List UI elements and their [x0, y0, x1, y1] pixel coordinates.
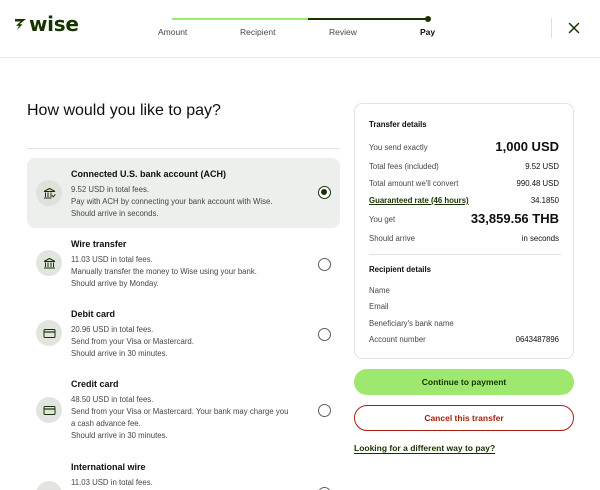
- recipient-email-label: Email: [369, 302, 389, 311]
- rate-value: 34.1850: [530, 196, 559, 205]
- radio-unselected[interactable]: [318, 328, 331, 341]
- option-description: Send from your Visa or Mastercard.: [71, 337, 194, 346]
- account-number-label: Account number: [369, 335, 426, 344]
- fees-value: 9.52 USD: [525, 162, 559, 171]
- stepper-track-active: [308, 18, 428, 20]
- radio-unselected[interactable]: [318, 258, 331, 271]
- option-arrival: Should arrive by Monday.: [71, 279, 159, 288]
- stepper-current-dot: [425, 16, 431, 22]
- you-get-value: 33,859.56 THB: [470, 211, 559, 226]
- step-pay: Pay: [420, 27, 436, 37]
- recipient-name-label: Name: [369, 286, 390, 295]
- option-fee: 20.96 USD in total fees.: [71, 325, 154, 334]
- transfer-details-heading: Transfer details: [369, 120, 427, 129]
- continue-to-payment-button[interactable]: Continue to payment: [354, 369, 574, 395]
- radio-unselected[interactable]: [318, 404, 331, 417]
- wise-flag-icon: [15, 19, 26, 30]
- card-divider: [369, 254, 561, 255]
- option-description: Send from your Visa or Mastercard. Your …: [71, 407, 289, 416]
- account-number-value: 0643487896: [515, 335, 559, 344]
- option-fee: 48.50 USD in total fees.: [71, 395, 154, 404]
- option-fee: 9.52 USD in total fees.: [71, 185, 150, 194]
- card-icon: [36, 320, 62, 346]
- page-title: How would you like to pay?: [27, 102, 221, 119]
- payment-option-debit-card[interactable]: Debit card 20.96 USD in total fees. Send…: [27, 298, 340, 368]
- close-icon: [568, 22, 580, 34]
- title-divider: [27, 148, 340, 149]
- step-amount[interactable]: Amount: [158, 27, 187, 37]
- convert-value: 990.48 USD: [516, 179, 559, 188]
- option-arrival: Should arrive in 30 minutes.: [71, 431, 168, 440]
- wise-wordmark: wise: [29, 12, 79, 36]
- option-description-cont: a cash advance fee.: [71, 419, 141, 428]
- convert-label: Total amount we'll convert: [369, 179, 459, 188]
- progress-stepper: Amount Recipient Review Pay: [148, 12, 448, 42]
- payment-option-wire[interactable]: Wire transfer 11.03 USD in total fees. M…: [27, 228, 340, 298]
- payment-option-ach[interactable]: Connected U.S. bank account (ACH) 9.52 U…: [27, 158, 340, 228]
- option-fee: 11.03 USD in total fees.: [71, 255, 153, 264]
- option-arrival: Should arrive in 30 minutes.: [71, 349, 168, 358]
- option-title: Connected U.S. bank account (ACH): [71, 169, 227, 179]
- option-title: Wire transfer: [71, 239, 127, 249]
- header-divider: [551, 18, 552, 38]
- option-title: Credit card: [71, 379, 119, 389]
- bank-icon: [36, 250, 62, 276]
- bank-icon: [36, 481, 62, 490]
- fees-label: Total fees (included): [369, 162, 439, 171]
- option-arrival: Should arrive in seconds.: [71, 209, 159, 218]
- guaranteed-rate-link[interactable]: Guaranteed rate (46 hours): [369, 196, 469, 205]
- option-title: International wire: [71, 462, 146, 472]
- card-icon: [36, 397, 62, 423]
- transfer-summary-card: Transfer details You send exactly 1,000 …: [354, 103, 574, 359]
- you-send-label: You send exactly: [369, 143, 428, 152]
- payment-option-international-wire[interactable]: International wire 11.03 USD in total fe…: [27, 451, 340, 490]
- you-send-value: 1,000 USD: [495, 139, 559, 154]
- recipient-bank-label: Beneficiary's bank name: [369, 319, 454, 328]
- step-recipient[interactable]: Recipient: [240, 27, 275, 37]
- payment-option-credit-card[interactable]: Credit card 48.50 USD in total fees. Sen…: [27, 368, 340, 450]
- arrive-value: in seconds: [521, 234, 559, 243]
- close-button[interactable]: [566, 20, 582, 36]
- bank-verified-icon: [36, 180, 62, 206]
- cancel-transfer-button[interactable]: Cancel this transfer: [354, 405, 574, 431]
- different-way-to-pay-link[interactable]: Looking for a different way to pay?: [354, 443, 495, 453]
- option-fee: 11.03 USD in total fees.: [71, 478, 153, 487]
- radio-selected[interactable]: [318, 186, 331, 199]
- recipient-details-heading: Recipient details: [369, 265, 431, 274]
- option-description: Pay with ACH by connecting your bank acc…: [71, 197, 273, 206]
- option-description: Manually transfer the money to Wise usin…: [71, 267, 257, 276]
- wise-logo[interactable]: wise: [14, 14, 79, 34]
- arrive-label: Should arrive: [369, 234, 415, 243]
- step-review[interactable]: Review: [329, 27, 357, 37]
- top-bar: wise Amount Recipient Review Pay: [0, 0, 600, 58]
- you-get-label: You get: [369, 215, 396, 224]
- option-title: Debit card: [71, 309, 116, 319]
